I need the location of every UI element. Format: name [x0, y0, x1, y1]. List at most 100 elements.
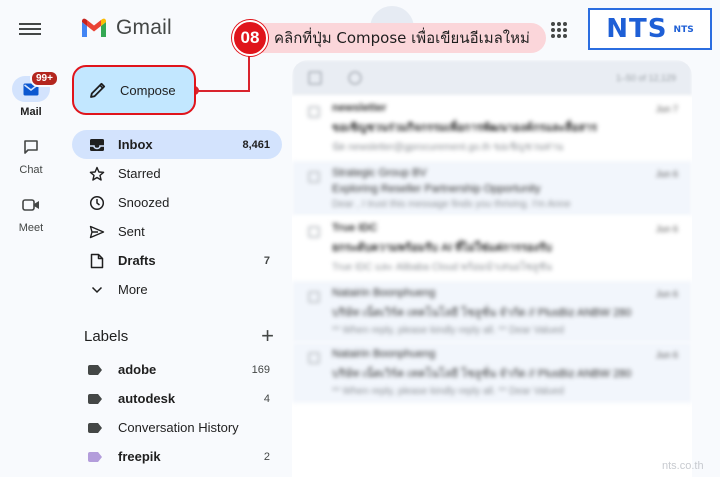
draft-icon: [88, 252, 106, 270]
nts-logo-text: NTS: [606, 14, 668, 44]
nav-sent-label: Sent: [118, 224, 145, 239]
email-snippet: Dear , I trust this message finds you th…: [332, 199, 571, 210]
list-toolbar: 1–50 of 12,129: [292, 60, 692, 96]
folder-nav: Inbox 8,461 Starred Snoozed Sent Drafts …: [72, 130, 282, 304]
refresh-icon[interactable]: [348, 71, 362, 85]
video-camera-icon: [12, 192, 50, 218]
email-snippet: True IDC และ Alibaba Cloud พร้อมนำเสนอโซ…: [332, 262, 553, 273]
nav-item-inbox[interactable]: Inbox 8,461: [72, 130, 282, 159]
label-count: 169: [251, 363, 270, 376]
send-icon: [88, 223, 106, 241]
email-subject: บริษัท เน็ตเวิร์ค เทคโนโลยี โซลูชั่น จำก…: [332, 368, 632, 380]
pagination-range: 1–50 of 12,129: [615, 73, 676, 83]
email-sender: Strategic Group BV: [332, 167, 427, 179]
rail-chat-label: Chat: [19, 164, 43, 176]
label-name: freepik: [118, 449, 161, 464]
nav-snoozed-label: Snoozed: [118, 195, 170, 210]
gmail-logo[interactable]: Gmail: [80, 16, 172, 40]
email-date: Jun 7: [655, 104, 678, 114]
row-checkbox[interactable]: [308, 226, 320, 238]
email-row[interactable]: Strategic Group BV Exploring Reseller Pa…: [292, 161, 692, 216]
label-list: adobe 169 autodesk 4 Conversation Histor…: [72, 355, 282, 471]
nav-item-drafts[interactable]: Drafts 7: [72, 246, 282, 275]
email-date: Jun 6: [655, 169, 678, 179]
email-subject: Exploring Reseller Partnership Opportuni…: [332, 183, 541, 195]
email-snippet: ** When reply, please kindly reply all. …: [332, 386, 564, 397]
nav-drafts-count: 7: [263, 254, 270, 267]
rail-mail[interactable]: 99+ Mail: [0, 70, 62, 118]
label-tag-icon: [88, 393, 102, 404]
email-snippet: ** When reply, please kindly reply all. …: [332, 325, 564, 336]
chevron-down-icon: [88, 281, 106, 299]
pencil-icon: [90, 82, 106, 98]
compose-button[interactable]: Compose: [72, 65, 196, 115]
google-apps-icon[interactable]: [551, 22, 567, 38]
nav-inbox-count: 8,461: [242, 138, 270, 151]
add-label-icon[interactable]: +: [261, 325, 274, 347]
rail-meet[interactable]: Meet: [0, 192, 62, 234]
row-checkbox[interactable]: [308, 171, 320, 183]
app-name: Gmail: [116, 16, 172, 39]
label-count: 2: [263, 450, 270, 463]
gmail-m-icon: [82, 18, 106, 37]
label-item-conversation-history[interactable]: Conversation History: [72, 413, 282, 442]
email-date: Jun 6: [655, 289, 678, 299]
label-item-freepik[interactable]: freepik 2: [72, 442, 282, 471]
nav-item-snoozed[interactable]: Snoozed: [72, 188, 282, 217]
row-checkbox[interactable]: [308, 291, 320, 303]
mail-badge: 99+: [30, 70, 59, 87]
nts-logo-small-text: NTS: [673, 25, 694, 35]
rail-chat[interactable]: Chat: [0, 134, 62, 176]
label-item-adobe[interactable]: adobe 169: [72, 355, 282, 384]
main-menu-icon[interactable]: [19, 20, 41, 38]
email-row[interactable]: Natairin Boonphueng บริษัท เน็ตเวิร์ค เท…: [292, 281, 692, 342]
email-subject: ยกระดับความพร้อมรับ AI ที่ไม่ใช่แค่การรอ…: [332, 242, 552, 254]
email-date: Jun 6: [655, 224, 678, 234]
label-name: Conversation History: [118, 420, 239, 435]
star-icon: [88, 165, 106, 183]
labels-title: Labels: [84, 327, 129, 345]
nav-drafts-label: Drafts: [118, 253, 156, 268]
email-subject: บริษัท เน็ตเวิร์ค เทคโนโลยี โซลูชั่น จำก…: [332, 307, 632, 319]
step-number: 08: [232, 20, 268, 56]
email-sender: True IDC: [332, 222, 378, 234]
rail-meet-label: Meet: [18, 222, 44, 234]
watermark: nts.co.th: [662, 460, 704, 472]
nav-inbox-label: Inbox: [118, 137, 153, 152]
email-list-panel: 1–50 of 12,129 newsletter ขอเชิญชวนร่วมก…: [292, 60, 692, 477]
nav-item-sent[interactable]: Sent: [72, 217, 282, 246]
email-snippet: นัด newsletter@gprocurement.go.th ขอเชิญ…: [332, 142, 564, 153]
left-rail: 99+ Mail Chat Meet: [0, 0, 62, 477]
row-checkbox[interactable]: [308, 352, 320, 364]
nav-more-label: More: [118, 282, 148, 297]
callout-connector-vertical: [248, 56, 250, 92]
email-sender: Natairin Boonphueng: [332, 287, 436, 299]
email-sender: newsletter: [332, 102, 387, 114]
nav-item-starred[interactable]: Starred: [72, 159, 282, 188]
label-count: 4: [263, 392, 270, 405]
email-row[interactable]: Natairin Boonphueng บริษัท เน็ตเวิร์ค เท…: [292, 342, 692, 403]
email-subject: ขอเชิญชวนร่วมกิจกรรมเพื่อการพัฒนาองค์กรแ…: [332, 122, 598, 134]
email-date: Jun 6: [655, 350, 678, 360]
label-name: adobe: [118, 362, 157, 377]
clock-icon: [88, 194, 106, 212]
label-tag-icon: [88, 451, 102, 462]
row-checkbox[interactable]: [308, 106, 320, 118]
rail-mail-label: Mail: [20, 106, 42, 118]
nts-brand-logo: NTS NTS: [588, 8, 712, 50]
select-all-checkbox[interactable]: [308, 71, 322, 85]
label-name: autodesk: [118, 391, 176, 406]
inbox-icon: [88, 136, 106, 154]
label-tag-icon: [88, 422, 102, 433]
chat-icon: [12, 134, 50, 160]
label-tag-icon: [88, 364, 102, 375]
step-callout: 08 คลิกที่ปุ่ม Compose เพื่อเขียนอีเมลให…: [232, 18, 546, 58]
label-item-autodesk[interactable]: autodesk 4: [72, 384, 282, 413]
nav-item-more[interactable]: More: [72, 275, 282, 304]
email-row[interactable]: newsletter ขอเชิญชวนร่วมกิจกรรมเพื่อการพ…: [292, 96, 692, 161]
mail-icon: 99+: [12, 70, 59, 102]
callout-connector-horizontal: [196, 90, 250, 92]
compose-label: Compose: [120, 82, 176, 98]
step-instruction: คลิกที่ปุ่ม Compose เพื่อเขียนอีเมลใหม่: [248, 23, 546, 53]
email-row[interactable]: True IDC ยกระดับความพร้อมรับ AI ที่ไม่ใช…: [292, 216, 692, 281]
